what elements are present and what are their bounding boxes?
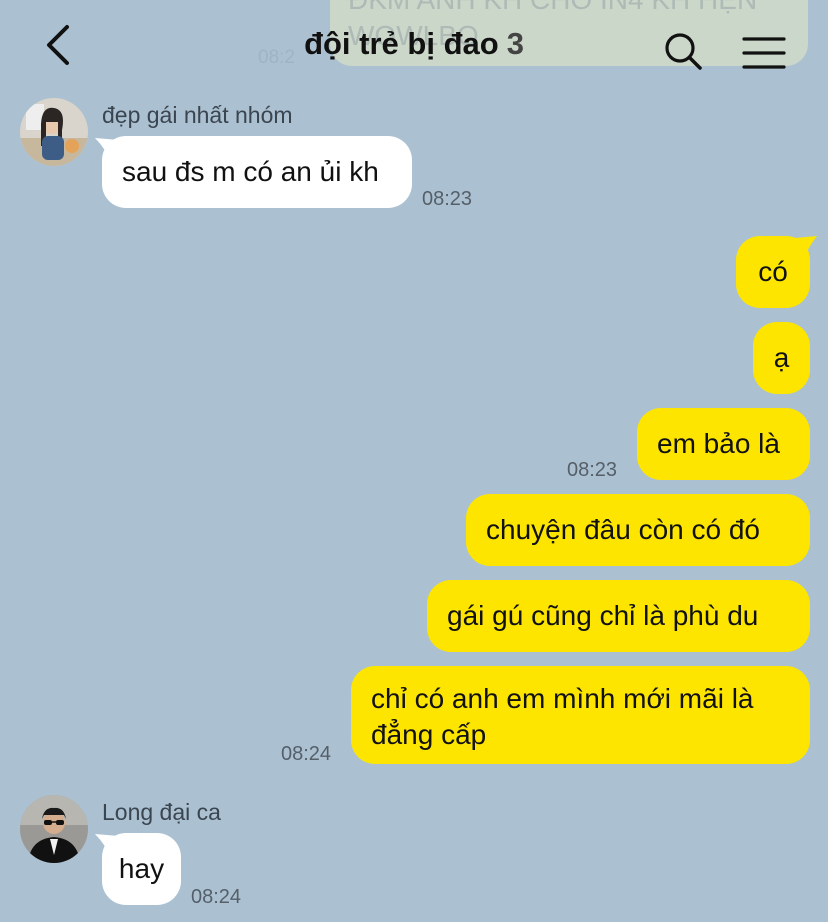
avatar[interactable] [20, 98, 88, 166]
message-text: chỉ có anh em mình mới mãi là đẳng cấp [371, 683, 754, 750]
search-icon[interactable] [662, 30, 706, 74]
message-bubble-outgoing[interactable]: gái gú cũng chỉ là phù du [427, 580, 810, 652]
message-bubble-outgoing[interactable]: chỉ có anh em mình mới mãi là đẳng cấp [351, 666, 810, 764]
message-bubble-outgoing[interactable]: chuyện đâu còn có đó [466, 494, 810, 566]
group-name: đội trẻ bị đao [304, 26, 499, 61]
avatar[interactable] [20, 795, 88, 863]
message-text: ạ [773, 342, 790, 373]
message-text: có [758, 256, 788, 287]
sender-name: đẹp gái nhất nhóm [102, 102, 293, 128]
hamburger-menu-icon[interactable] [742, 32, 786, 76]
message-bubble-incoming[interactable]: hay [102, 833, 181, 905]
sender-name: Long đại ca [102, 799, 221, 825]
message-bubble-outgoing[interactable]: em bảo là [637, 408, 810, 480]
message-bubble-incoming[interactable]: sau đs m có an ủi kh [102, 136, 412, 208]
message-text: gái gú cũng chỉ là phù du [447, 600, 759, 631]
member-count: 3 [506, 26, 524, 61]
message-text: sau đs m có an ủi kh [122, 156, 379, 187]
message-text: hay [118, 853, 165, 884]
chat-header: đội trẻ bị đao 3 [0, 0, 828, 90]
message-timestamp: 08:24 [281, 743, 332, 765]
message-timestamp: 08:24 [191, 886, 242, 908]
message-text: em bảo là [657, 428, 780, 459]
message-timestamp: 08:23 [567, 459, 618, 481]
message-text: chuyện đâu còn có đó [486, 514, 760, 545]
message-bubble-outgoing[interactable]: ạ [753, 322, 810, 394]
message-bubble-outgoing[interactable]: có [736, 236, 810, 308]
message-timestamp: 08:23 [422, 188, 473, 210]
